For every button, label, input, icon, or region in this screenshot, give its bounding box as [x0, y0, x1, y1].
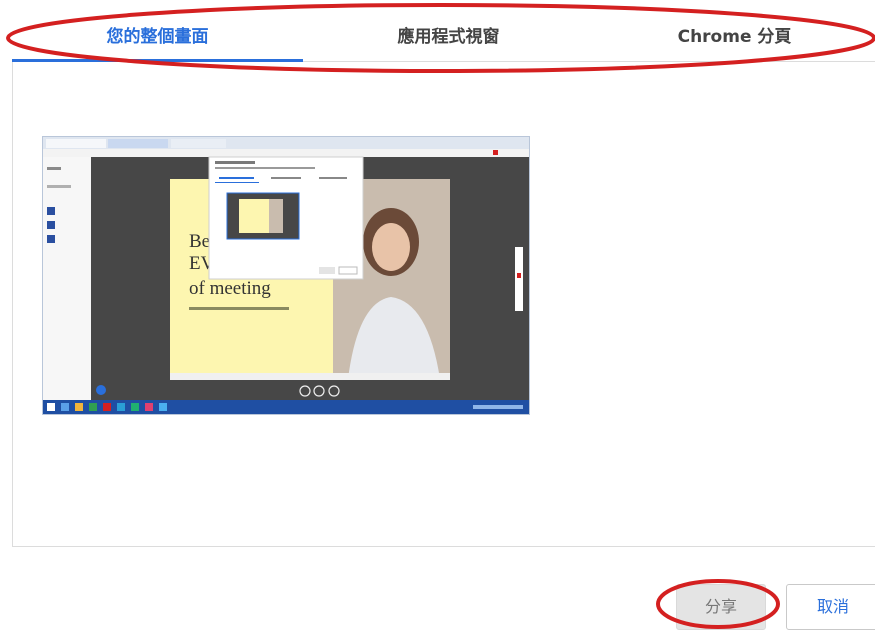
share-source-tabs: 您的整個畫面 應用程式視窗 Chrome 分頁: [0, 0, 875, 62]
share-button[interactable]: 分享: [676, 584, 766, 630]
svg-text:Be: Be: [189, 231, 210, 252]
tab-entire-screen[interactable]: 您的整個畫面: [12, 22, 303, 52]
tab-chrome-tab[interactable]: Chrome 分頁: [594, 22, 875, 52]
screen-thumbnail[interactable]: Be EV of meeting: [42, 136, 530, 415]
screen-thumbnail-image: Be EV of meeting: [43, 137, 529, 414]
tab-application-window[interactable]: 應用程式視窗: [303, 22, 594, 52]
svg-text:of meeting: of meeting: [189, 278, 271, 299]
cancel-button[interactable]: 取消: [786, 584, 875, 630]
